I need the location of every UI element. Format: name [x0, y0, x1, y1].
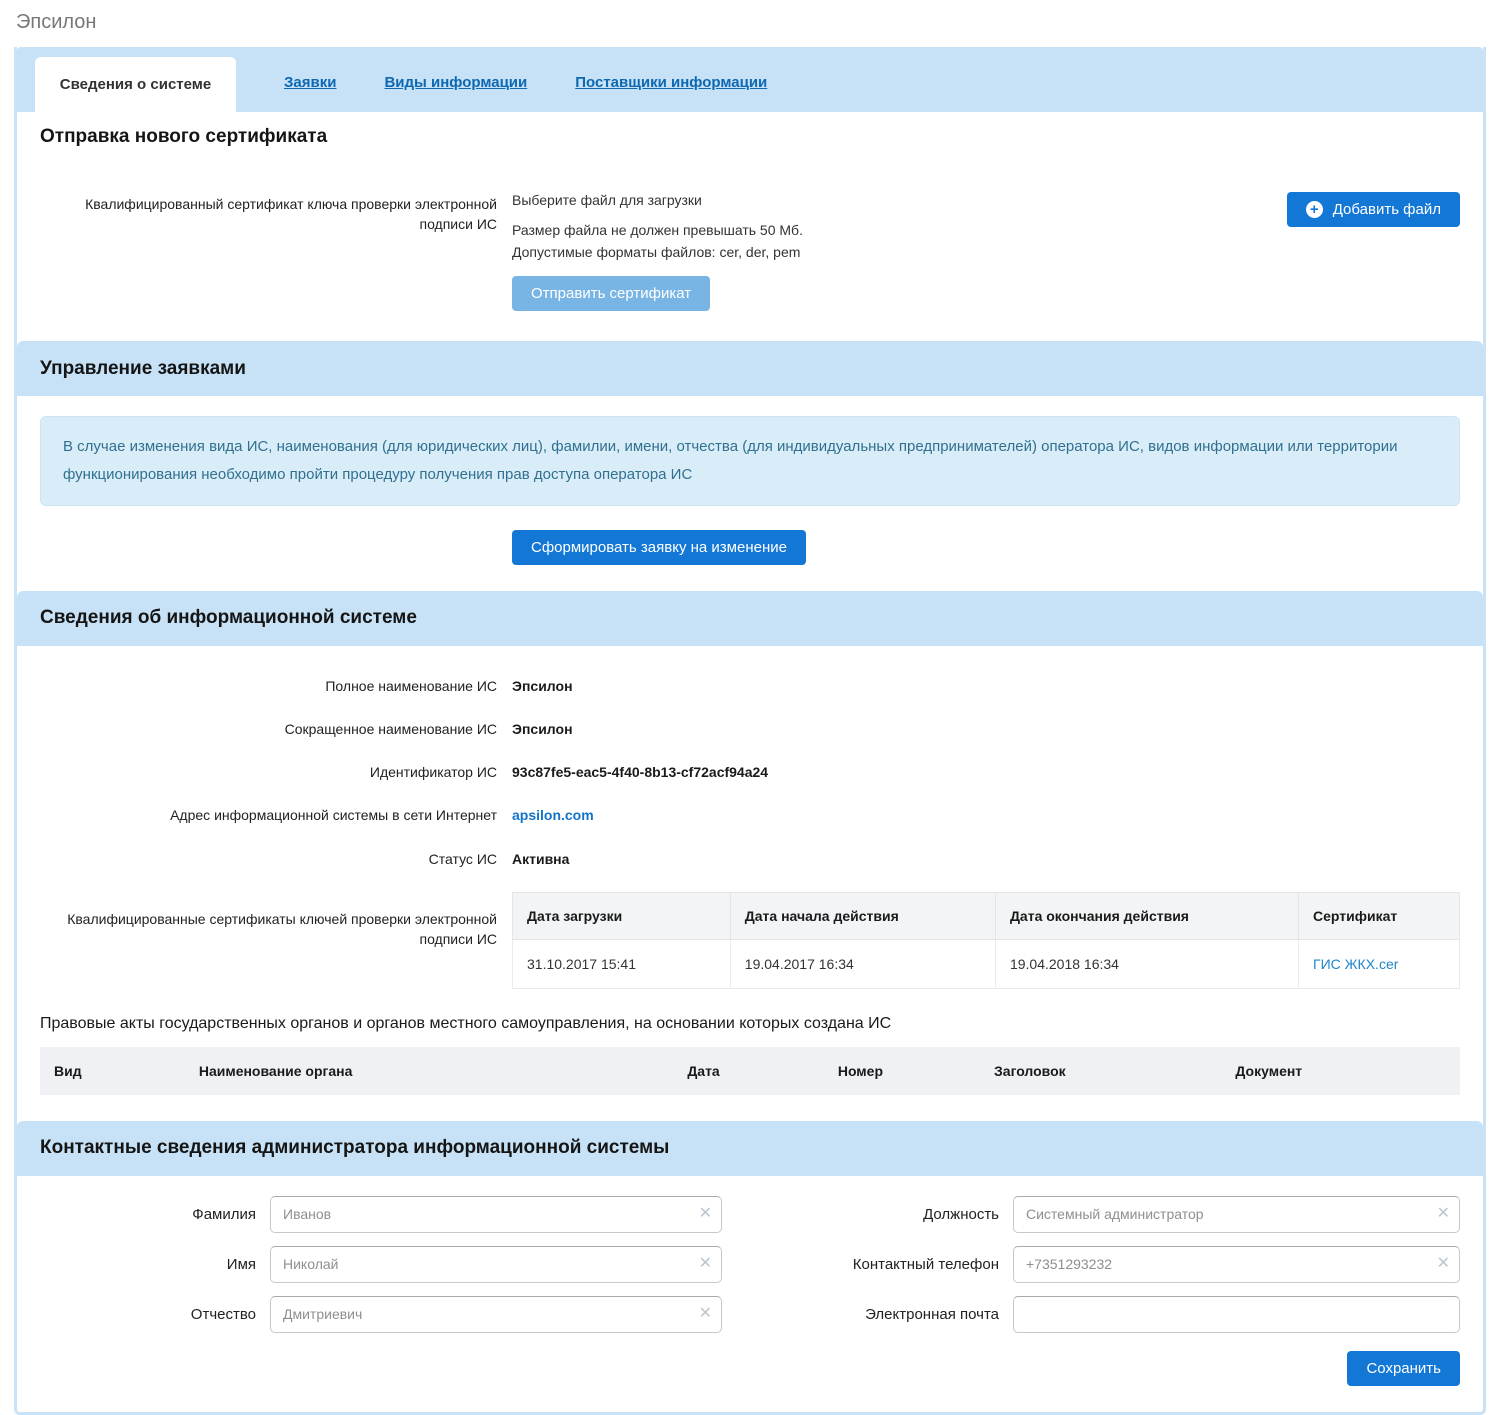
- tab-requests-link[interactable]: Заявки: [284, 74, 336, 91]
- position-field-wrap: ✕: [1013, 1196, 1460, 1233]
- column-header: Дата начала действия: [730, 892, 995, 939]
- info-row-internet-address: Адрес информационной системы в сети Инте…: [40, 805, 1460, 825]
- save-row: Сохранить: [40, 1351, 1460, 1386]
- certificate-field-label: Квалифицированный сертификат ключа прове…: [40, 192, 497, 235]
- requests-section: В случае изменения вида ИС, наименования…: [17, 416, 1483, 565]
- page-title: Эпсилон: [0, 0, 1500, 47]
- save-button[interactable]: Сохранить: [1347, 1351, 1460, 1386]
- info-row-short-name: Сокращенное наименование ИС Эпсилон: [40, 719, 1460, 739]
- create-change-request-button[interactable]: Сформировать заявку на изменение: [512, 530, 806, 565]
- email-field[interactable]: [1013, 1296, 1460, 1333]
- clear-icon[interactable]: ✕: [1437, 1256, 1450, 1272]
- table-row: 31.10.2017 15:41 19.04.2017 16:34 19.04.…: [513, 939, 1460, 988]
- phone-field-wrap: ✕: [1013, 1246, 1460, 1283]
- column-header: Дата окончания действия: [995, 892, 1298, 939]
- certificates-table: Дата загрузки Дата начала действия Дата …: [512, 892, 1460, 989]
- requests-info-box: В случае изменения вида ИС, наименования…: [40, 416, 1460, 506]
- field-value: Эпсилон: [512, 678, 1460, 694]
- status-value: Активна: [512, 851, 1460, 867]
- certificates-label: Квалифицированные сертификаты ключей про…: [40, 909, 497, 950]
- last-name-label: Фамилия: [40, 1206, 256, 1223]
- email-label: Электронная почта: [736, 1306, 999, 1323]
- info-row-certificates: Квалифицированные сертификаты ключей про…: [40, 892, 1460, 989]
- column-header: Номер: [824, 1047, 980, 1095]
- certificate-file-link[interactable]: ГИС ЖКХ.cer: [1313, 956, 1398, 972]
- file-info: Выберите файл для загрузки Размер файла …: [512, 192, 1272, 311]
- column-header: Наименование органа: [185, 1047, 673, 1095]
- field-label: Адрес информационной системы в сети Инте…: [40, 805, 497, 825]
- contacts-section-header: Контактные сведения администратора инфор…: [17, 1121, 1483, 1176]
- phone-label: Контактный телефон: [736, 1256, 999, 1273]
- first-name-label: Имя: [40, 1256, 256, 1273]
- plus-circle-icon: +: [1306, 201, 1323, 218]
- middle-name-label: Отчество: [40, 1306, 256, 1323]
- tab-info-types-link[interactable]: Виды информации: [384, 74, 527, 91]
- column-header: Сертификат: [1298, 892, 1459, 939]
- upload-date-cell: 31.10.2017 15:41: [513, 939, 731, 988]
- send-certificate-button[interactable]: Отправить сертификат: [512, 276, 710, 311]
- clear-icon[interactable]: ✕: [1437, 1206, 1450, 1222]
- contact-form: Фамилия ✕ Должность ✕ Имя ✕ Контактный т…: [40, 1196, 1460, 1333]
- certificate-field-row: Квалифицированный сертификат ключа прове…: [40, 192, 1460, 315]
- last-name-field-wrap: ✕: [270, 1196, 722, 1233]
- certificate-upload-section: Отправка нового сертификата Квалифициров…: [17, 112, 1483, 315]
- info-row-identifier: Идентификатор ИС 93c87fe5-eac5-4f40-8b13…: [40, 762, 1460, 782]
- position-field[interactable]: [1013, 1196, 1460, 1233]
- end-date-cell: 19.04.2018 16:34: [995, 939, 1298, 988]
- system-info-section: Полное наименование ИС Эпсилон Сокращенн…: [17, 676, 1483, 1095]
- info-row-full-name: Полное наименование ИС Эпсилон: [40, 676, 1460, 696]
- clear-icon[interactable]: ✕: [699, 1206, 712, 1222]
- contacts-section: Фамилия ✕ Должность ✕ Имя ✕ Контактный т…: [17, 1196, 1483, 1386]
- column-header: Дата загрузки: [513, 892, 731, 939]
- middle-name-field-wrap: ✕: [270, 1296, 722, 1333]
- legal-acts-header-row: Вид Наименование органа Дата Номер Загол…: [40, 1047, 1460, 1095]
- tab-requests: Заявки: [284, 47, 336, 112]
- info-row-status: Статус ИС Активна: [40, 849, 1460, 869]
- tab-system-info[interactable]: Сведения о системе: [35, 57, 236, 112]
- file-size-hint: Размер файла не должен превышать 50 Мб.: [512, 222, 1272, 238]
- field-label: Идентификатор ИС: [40, 762, 497, 782]
- start-date-cell: 19.04.2017 16:34: [730, 939, 995, 988]
- add-file-label: Добавить файл: [1333, 201, 1441, 218]
- column-header: Документ: [1221, 1047, 1460, 1095]
- choose-file-text: Выберите файл для загрузки: [512, 192, 1272, 208]
- main-panel: Сведения о системе Заявки Виды информаци…: [14, 47, 1486, 1415]
- tab-bar: Сведения о системе Заявки Виды информаци…: [17, 47, 1483, 112]
- column-header: Дата: [673, 1047, 824, 1095]
- first-name-field-wrap: ✕: [270, 1246, 722, 1283]
- tab-info-providers-link[interactable]: Поставщики информации: [575, 74, 767, 91]
- request-button-row: Сформировать заявку на изменение: [512, 530, 1460, 565]
- column-header: Вид: [40, 1047, 185, 1095]
- requests-section-header: Управление заявками: [17, 341, 1483, 396]
- tab-info-providers: Поставщики информации: [575, 47, 767, 112]
- first-name-field[interactable]: [270, 1246, 722, 1283]
- phone-field[interactable]: [1013, 1246, 1460, 1283]
- field-label: Статус ИС: [40, 849, 497, 869]
- legal-acts-title: Правовые акты государственных органов и …: [40, 1015, 1460, 1033]
- last-name-field[interactable]: [270, 1196, 722, 1233]
- field-label: Полное наименование ИС: [40, 676, 497, 696]
- certificate-upload-heading: Отправка нового сертификата: [40, 112, 1460, 148]
- field-label: Сокращенное наименование ИС: [40, 719, 497, 739]
- system-info-section-header: Сведения об информационной системе: [17, 591, 1483, 646]
- column-header: Заголовок: [980, 1047, 1221, 1095]
- legal-acts-table: Вид Наименование органа Дата Номер Загол…: [40, 1047, 1460, 1095]
- middle-name-field[interactable]: [270, 1296, 722, 1333]
- add-file-button[interactable]: + Добавить файл: [1287, 192, 1460, 227]
- system-url-link[interactable]: apsilon.com: [512, 807, 594, 823]
- position-label: Должность: [736, 1206, 999, 1223]
- add-file-wrap: + Добавить файл: [1287, 192, 1460, 227]
- clear-icon[interactable]: ✕: [699, 1256, 712, 1272]
- certificates-table-header-row: Дата загрузки Дата начала действия Дата …: [513, 892, 1460, 939]
- field-value: Эпсилон: [512, 721, 1460, 737]
- tab-info-types: Виды информации: [384, 47, 527, 112]
- clear-icon[interactable]: ✕: [699, 1306, 712, 1322]
- email-field-wrap: [1013, 1296, 1460, 1333]
- field-value: 93c87fe5-eac5-4f40-8b13-cf72acf94a24: [512, 764, 1460, 780]
- file-formats-hint: Допустимые форматы файлов: cer, der, pem: [512, 244, 1272, 260]
